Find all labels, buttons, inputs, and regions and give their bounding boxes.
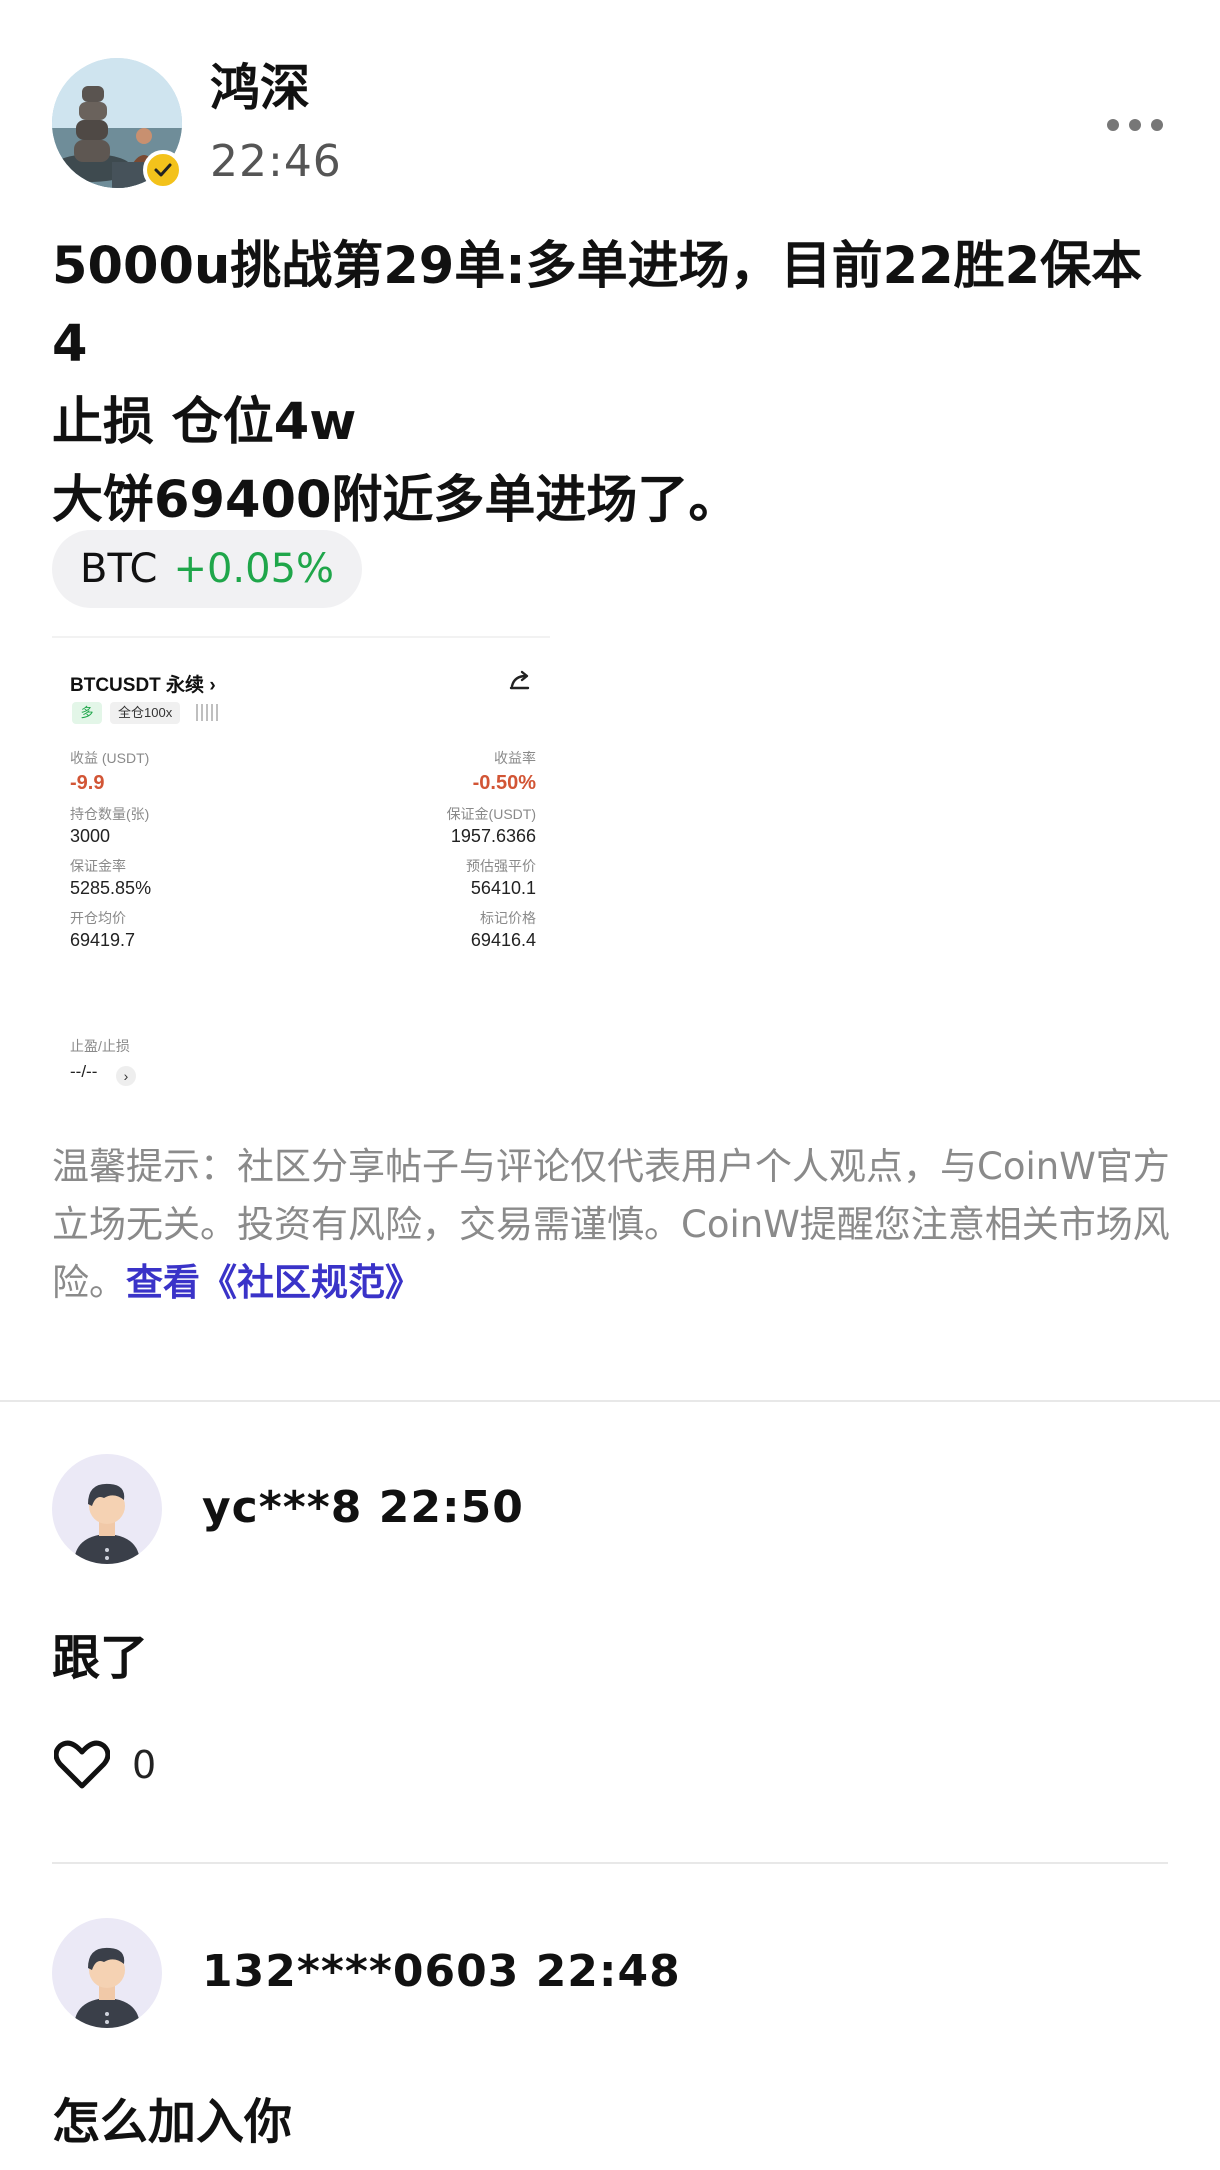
qty-label: 持仓数量(张) <box>70 806 150 822</box>
liq-price-value: 56410.1 <box>470 878 536 898</box>
mark-price-value: 69416.4 <box>470 930 536 950</box>
community-rules-link[interactable]: 查看《社区规范》 <box>126 1261 422 1304</box>
margin-label: 保证金(USDT) <box>446 806 536 822</box>
disclaimer: 温馨提示：社区分享帖子与评论仅代表用户个人观点，与CoinW官方立场无关。投资有… <box>52 1138 1172 1312</box>
entry-price-value: 69419.7 <box>70 930 136 950</box>
comment-user[interactable]: yc***8 <box>202 1482 362 1533</box>
side-tag: 多 <box>72 702 102 724</box>
like-button[interactable]: 0 <box>54 1740 156 1790</box>
position-screenshot[interactable]: BTCUSDT 永续 › 多 全仓100x 收益 (USDT) 收益率 -9.9… <box>52 636 550 1098</box>
more-options-icon[interactable] <box>1100 110 1170 140</box>
comment-user[interactable]: 132****0603 <box>202 1946 519 1997</box>
mark-price-label: 标记价格 <box>480 910 536 926</box>
ticker-chip[interactable]: BTC +0.05% <box>52 530 363 608</box>
comment-time: 22:50 <box>378 1482 524 1533</box>
signal-bars-icon <box>196 704 218 721</box>
ticker-symbol: BTC <box>80 546 158 592</box>
roe-value: -0.50% <box>472 772 536 794</box>
ticker-change: +0.05% <box>173 546 335 592</box>
post-time: 22:46 <box>210 136 342 187</box>
like-count: 0 <box>132 1743 157 1787</box>
margin-value: 1957.6366 <box>450 826 536 846</box>
leverage-tag: 全仓100x <box>110 702 181 724</box>
comment-divider <box>52 1862 1168 1864</box>
tpsl-value: --/-- <box>70 1062 98 1081</box>
post-text: 5000u挑战第29单:多单进场，目前22胜2保本4 止损 仓位4w 大饼694… <box>52 237 1143 530</box>
comment-avatar[interactable] <box>52 1918 162 2028</box>
user-avatar-icon <box>74 1483 140 1564</box>
margin-ratio-value: 5285.85% <box>70 878 152 898</box>
verified-badge-icon <box>143 150 183 190</box>
comment-text: 跟了 <box>52 1630 149 1686</box>
share-icon <box>508 668 532 692</box>
roe-label: 收益率 <box>494 750 536 766</box>
section-divider <box>0 1400 1220 1402</box>
pnl-label: 收益 (USDT) <box>70 750 150 766</box>
tpsl-label: 止盈/止损 <box>70 1038 130 1054</box>
user-avatar-icon <box>74 1947 140 2028</box>
comment-text: 怎么加入你 <box>52 2094 293 2150</box>
comment-header: 132****0603 22:48 <box>202 1944 681 2000</box>
author-name[interactable]: 鸿深 <box>210 58 310 118</box>
liq-price-label: 预估强平价 <box>466 858 536 874</box>
comment-header: yc***8 22:50 <box>202 1480 524 1536</box>
qty-value: 3000 <box>70 826 111 846</box>
margin-ratio-label: 保证金率 <box>70 858 126 874</box>
entry-price-label: 开仓均价 <box>70 910 126 926</box>
pnl-value: -9.9 <box>70 772 105 794</box>
tpsl-chevron-icon[interactable]: › <box>116 1066 136 1086</box>
comment-time: 22:48 <box>535 1946 681 1997</box>
contract-title: BTCUSDT 永续 › <box>70 675 216 696</box>
comment-avatar[interactable] <box>52 1454 162 1564</box>
heart-icon <box>54 1740 110 1789</box>
